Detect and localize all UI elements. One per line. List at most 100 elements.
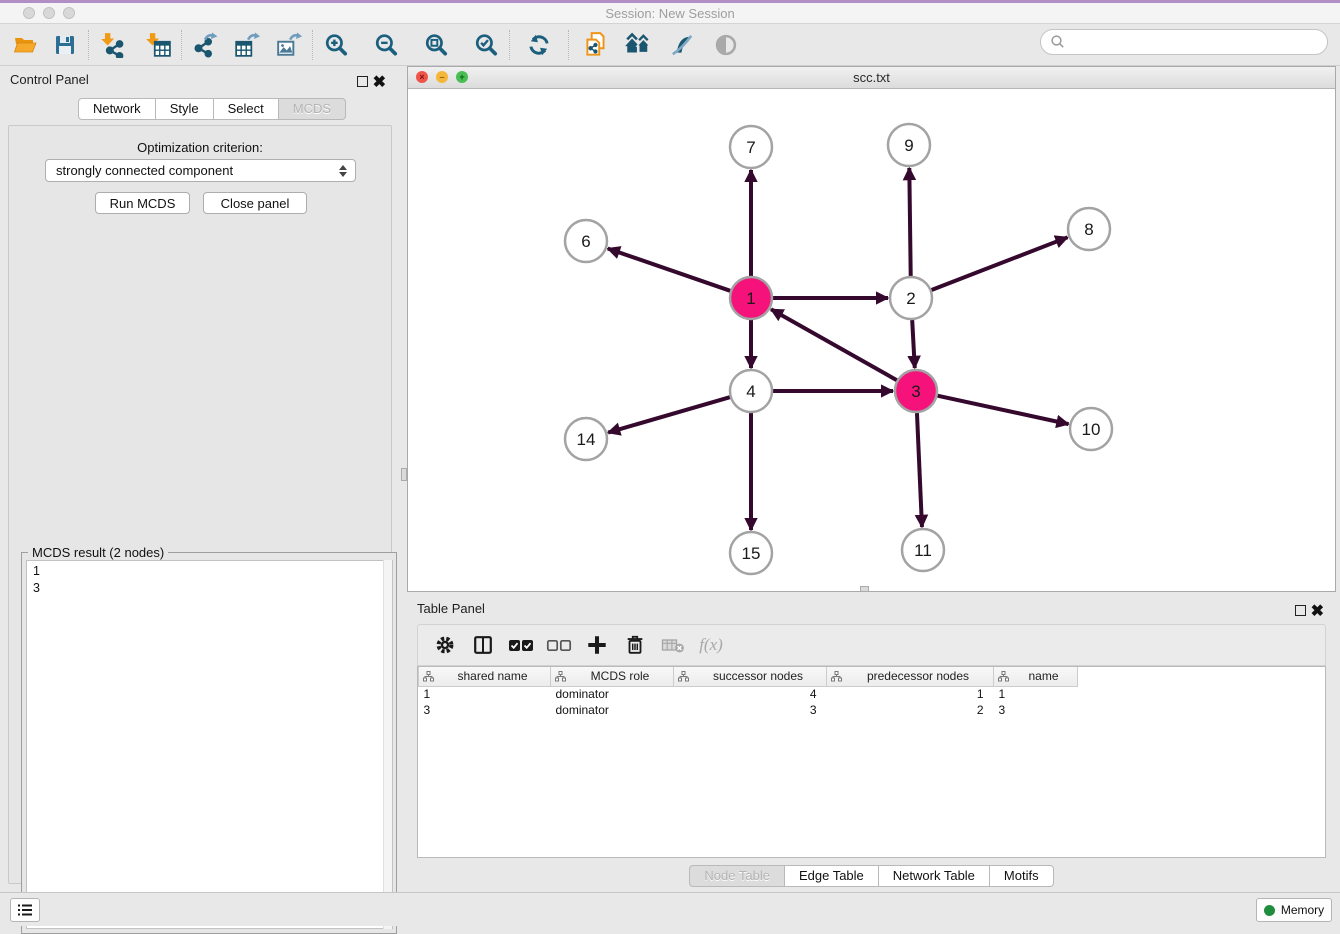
table-cell[interactable]: 3 [674, 702, 827, 718]
network-maximize-button[interactable]: + [456, 71, 468, 83]
node-table-grid[interactable]: shared nameMCDS rolesuccessor nodesprede… [418, 667, 1078, 718]
column-header-MCDS-role[interactable]: MCDS role [551, 667, 674, 686]
export-network-icon[interactable] [188, 29, 222, 61]
graph-node-3[interactable]: 3 [895, 370, 937, 412]
graph-node-6[interactable]: 6 [565, 220, 607, 262]
node-table[interactable]: shared nameMCDS rolesuccessor nodesprede… [417, 666, 1326, 858]
network-minimize-button[interactable]: – [436, 71, 448, 83]
graph-node-14[interactable]: 14 [565, 418, 607, 460]
optimization-criterion-select[interactable]: strongly connected component [45, 159, 356, 182]
bottom-splitter-grip[interactable] [860, 586, 869, 592]
table-header-row[interactable]: shared nameMCDS rolesuccessor nodesprede… [419, 667, 1078, 686]
refresh-icon[interactable] [522, 29, 556, 61]
column-header-shared-name[interactable]: shared name [419, 667, 551, 686]
tab-motifs[interactable]: Motifs [990, 865, 1054, 887]
graph-edge-4-14[interactable] [608, 397, 730, 432]
graph-node-9[interactable]: 9 [888, 124, 930, 166]
column-header-successor-nodes[interactable]: successor nodes [674, 667, 827, 686]
table-cell[interactable]: dominator [551, 686, 674, 702]
minimize-window-button[interactable] [43, 7, 55, 19]
tab-network-table[interactable]: Network Table [879, 865, 990, 887]
add-column-icon[interactable] [578, 628, 616, 662]
memory-label: Memory [1281, 903, 1324, 917]
graph-edges[interactable] [608, 168, 1069, 530]
mcds-result-text[interactable]: 1 3 [26, 560, 393, 929]
run-mcds-button[interactable]: Run MCDS [95, 192, 190, 214]
graph-node-1[interactable]: 1 [730, 277, 772, 319]
table-cell[interactable]: dominator [551, 702, 674, 718]
zoom-out-icon[interactable] [369, 29, 403, 61]
network-window-titlebar[interactable]: × – + scc.txt [408, 67, 1335, 89]
search-field[interactable] [1040, 29, 1328, 55]
table-cell[interactable]: 4 [674, 686, 827, 702]
table-cell[interactable]: 3 [994, 702, 1078, 718]
mcds-panel: Optimization criterion: strongly connect… [8, 125, 392, 884]
memory-button[interactable]: Memory [1256, 898, 1332, 922]
table-cell[interactable]: 2 [827, 702, 994, 718]
deselect-all-icon[interactable] [540, 628, 578, 662]
table-row[interactable]: 1dominator411 [419, 686, 1078, 702]
zoom-window-button[interactable] [63, 7, 75, 19]
import-network-icon[interactable] [95, 29, 129, 61]
table-row[interactable]: 3dominator323 [419, 702, 1078, 718]
network-canvas[interactable]: 1 2 3 4 6 7 8 9 10 11 14 15 [408, 89, 1335, 591]
mcds-result-scrollbar[interactable] [383, 560, 392, 929]
graph-node-2[interactable]: 2 [890, 277, 932, 319]
show-column-icon[interactable] [464, 628, 502, 662]
network-close-button[interactable]: × [416, 71, 428, 83]
home-icon[interactable] [621, 29, 655, 61]
close-window-button[interactable] [23, 7, 35, 19]
graph-edge-1-6[interactable] [608, 249, 730, 291]
graph-edge-3-10[interactable] [937, 396, 1068, 424]
graph-node-7[interactable]: 7 [730, 126, 772, 168]
close-panel-icon[interactable]: ✖ [373, 74, 386, 91]
close-panel-button[interactable]: Close panel [203, 192, 307, 214]
graph-node-4[interactable]: 4 [730, 370, 772, 412]
memory-status-icon [1264, 905, 1275, 916]
tab-edge-table[interactable]: Edge Table [785, 865, 879, 887]
graph-node-11[interactable]: 11 [902, 529, 944, 571]
graph-node-15[interactable]: 15 [730, 532, 772, 574]
tab-network[interactable]: Network [78, 98, 156, 120]
delete-column-icon[interactable] [616, 628, 654, 662]
save-session-icon[interactable] [48, 29, 82, 61]
tab-select[interactable]: Select [214, 98, 279, 120]
graph-node-8[interactable]: 8 [1068, 208, 1110, 250]
column-header-predecessor-nodes[interactable]: predecessor nodes [827, 667, 994, 686]
tab-node-table[interactable]: Node Table [689, 865, 785, 887]
app-title: Session: New Session [0, 3, 1340, 24]
app-titlebar: Session: New Session [0, 3, 1340, 24]
graph-edge-3-1[interactable] [771, 309, 897, 380]
select-all-icon[interactable] [502, 628, 540, 662]
export-image-icon[interactable] [272, 29, 306, 61]
table-close-panel-icon[interactable]: ✖ [1311, 603, 1324, 620]
table-float-panel-icon[interactable] [1295, 605, 1306, 616]
column-type-icon [678, 671, 689, 685]
table-options-icon[interactable] [426, 628, 464, 662]
export-table-icon[interactable] [230, 29, 264, 61]
table-cell[interactable]: 3 [419, 702, 551, 718]
zoom-fit-icon[interactable] [419, 29, 453, 61]
hide-graphics-details-icon[interactable] [665, 29, 699, 61]
graph-node-10[interactable]: 10 [1070, 408, 1112, 450]
table-cell[interactable]: 1 [827, 686, 994, 702]
tab-style[interactable]: Style [156, 98, 214, 120]
left-splitter-grip[interactable] [401, 468, 407, 481]
column-header-name[interactable]: name [994, 667, 1078, 686]
table-cell[interactable]: 1 [994, 686, 1078, 702]
table-cell[interactable]: 1 [419, 686, 551, 702]
duplicate-network-icon[interactable] [579, 29, 613, 61]
graph-edge-2-8[interactable] [932, 237, 1068, 290]
float-panel-icon[interactable] [357, 76, 368, 87]
zoom-in-icon[interactable] [319, 29, 353, 61]
tab-mcds[interactable]: MCDS [279, 98, 346, 120]
import-table-icon[interactable] [141, 29, 175, 61]
open-session-icon[interactable] [8, 29, 42, 61]
search-input[interactable] [1066, 35, 1306, 50]
task-history-button[interactable] [10, 898, 40, 922]
zoom-selected-icon[interactable] [469, 29, 503, 61]
graph-edge-3-11[interactable] [917, 413, 922, 527]
table-body[interactable]: 1dominator4113dominator323 [419, 686, 1078, 718]
graph-edge-2-3[interactable] [912, 320, 915, 368]
graph-edge-2-9[interactable] [909, 168, 910, 276]
